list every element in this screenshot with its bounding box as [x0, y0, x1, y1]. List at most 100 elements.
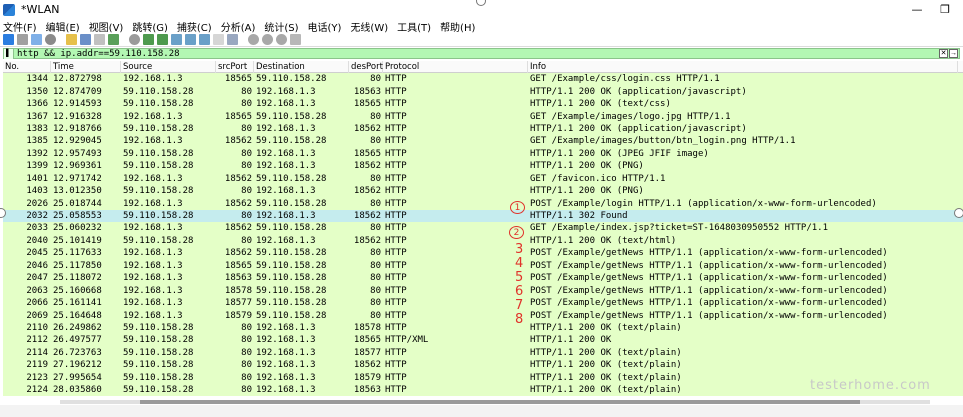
apply-filter-icon[interactable]: →: [949, 49, 958, 58]
cell-protocol: HTTP: [385, 310, 407, 321]
minimize-button[interactable]: —: [903, 0, 931, 19]
menu-capture[interactable]: 捕获(C): [177, 19, 212, 34]
cell-source: 192.168.1.3: [123, 111, 183, 122]
packet-row[interactable]: 2026 25.018744 192.168.1.3 18562 59.110.158.…: [3, 197, 963, 210]
cell-source: 59.110.158.28: [123, 148, 194, 159]
packet-row[interactable]: 1392 12.957493 59.110.158.28 80 192.168.1.3 1…: [3, 147, 963, 161]
restore-button[interactable]: ❐: [931, 0, 959, 19]
packet-row[interactable]: 1399 12.969361 59.110.158.28 80 192.168.1.3 1…: [3, 160, 963, 173]
cell-source: 59.110.158.28: [123, 347, 194, 358]
horizontal-scrollbar-thumb[interactable]: [140, 400, 860, 404]
go-back-icon[interactable]: [143, 34, 154, 45]
col-destination[interactable]: Destination: [254, 60, 349, 73]
menu-statistics[interactable]: 统计(S): [264, 19, 298, 34]
packet-row[interactable]: 2032 25.058553 59.110.158.28 80 192.168.1.3 1…: [3, 209, 963, 223]
cell-info: POST /Example/getNews HTTP/1.1 (applicat…: [530, 273, 888, 284]
open-file-icon[interactable]: [66, 34, 77, 45]
menu-tools[interactable]: 工具(T): [397, 19, 431, 34]
resize-handle-right[interactable]: [954, 208, 963, 218]
auto-scroll-icon[interactable]: [213, 34, 224, 45]
cell-no: 1367: [26, 111, 48, 122]
go-to-packet-icon[interactable]: [171, 34, 182, 45]
cell-destination: 192.168.1.3: [256, 186, 316, 197]
stop-capture-icon[interactable]: [17, 34, 28, 45]
cell-srcport: 18562: [224, 173, 252, 184]
packet-row[interactable]: 2114 26.723763 59.110.158.28 80 192.168.1.3 1…: [3, 346, 963, 360]
cell-time: 26.497577: [53, 335, 102, 346]
packet-row[interactable]: 2066 25.161141 192.168.1.3 18577 59.110.158.…: [3, 296, 963, 310]
cell-time: 28.035860: [53, 385, 102, 396]
packet-row[interactable]: 2033 25.060232 192.168.1.3 18562 59.110.158.…: [3, 222, 963, 235]
cell-destination: 192.168.1.3: [256, 211, 316, 222]
menu-telephony[interactable]: 电话(Y): [308, 19, 342, 34]
packet-row[interactable]: 2045 25.117633 192.168.1.3 18562 59.110.158.…: [3, 247, 963, 260]
packet-row[interactable]: 2046 25.117850 192.168.1.3 18565 59.110.158.…: [3, 259, 963, 272]
cell-desport: 18565: [353, 335, 381, 346]
cell-info: POST /Example/getNews HTTP/1.1 (applicat…: [530, 310, 888, 321]
packet-row[interactable]: 2047 25.118072 192.168.1.3 18563 59.110.158.…: [3, 272, 963, 285]
cell-desport: 18562: [353, 360, 381, 371]
save-file-icon[interactable]: [80, 34, 91, 45]
cell-destination: 59.110.158.28: [256, 136, 327, 147]
cell-destination: 59.110.158.28: [256, 74, 327, 85]
col-time[interactable]: Time: [51, 60, 121, 73]
packet-row[interactable]: 2040 25.101419 59.110.158.28 80 192.168.1.3 1…: [3, 234, 963, 248]
display-filter-input[interactable]: http && ip.addr==59.110.158.28: [17, 49, 180, 59]
zoom-in-icon[interactable]: [248, 34, 259, 45]
col-no[interactable]: No.: [3, 60, 51, 73]
packet-row[interactable]: 1383 12.918766 59.110.158.28 80 192.168.1.3 1…: [3, 122, 963, 136]
menu-file[interactable]: 文件(F): [3, 19, 37, 34]
cell-srcport: 80: [241, 186, 252, 197]
packet-row[interactable]: 2069 25.164648 192.168.1.3 18579 59.110.158.…: [3, 309, 963, 322]
filter-bookmark-icon[interactable]: ▌: [4, 48, 14, 59]
cell-destination: 192.168.1.3: [256, 161, 316, 172]
cell-protocol: HTTP: [385, 198, 407, 209]
cell-time: 12.969361: [53, 161, 102, 172]
restart-capture-icon[interactable]: [31, 34, 42, 45]
reload-icon[interactable]: [108, 34, 119, 45]
go-forward-icon[interactable]: [157, 34, 168, 45]
find-packet-icon[interactable]: [129, 34, 140, 45]
cell-destination: 59.110.158.28: [256, 248, 327, 259]
start-capture-icon[interactable]: [3, 34, 14, 45]
colorize-icon[interactable]: [227, 34, 238, 45]
cell-time: 26.723763: [53, 347, 102, 358]
packet-row[interactable]: 1367 12.916328 192.168.1.3 18565 59.110.158.…: [3, 110, 963, 123]
packet-row[interactable]: 1403 13.012350 59.110.158.28 80 192.168.1.3 1…: [3, 184, 963, 198]
zoom-reset-icon[interactable]: [276, 34, 287, 45]
packet-row[interactable]: 2112 26.497577 59.110.158.28 80 192.168.1.3 1…: [3, 334, 963, 347]
menu-analyze[interactable]: 分析(A): [221, 19, 256, 34]
cell-source: 59.110.158.28: [123, 99, 194, 110]
packet-row[interactable]: 2110 26.249862 59.110.158.28 80 192.168.1.3 1…: [3, 321, 963, 335]
col-protocol[interactable]: Protocol: [383, 60, 528, 73]
packet-row[interactable]: 1385 12.929045 192.168.1.3 18562 59.110.158.…: [3, 135, 963, 148]
first-packet-icon[interactable]: [185, 34, 196, 45]
packet-row[interactable]: 2063 25.160668 192.168.1.3 18578 59.110.158.…: [3, 284, 963, 297]
col-srcport[interactable]: srcPort: [216, 60, 254, 73]
cell-srcport: 80: [241, 99, 252, 110]
menu-edit[interactable]: 编辑(E): [46, 19, 80, 34]
packet-row[interactable]: 1401 12.971742 192.168.1.3 18562 59.110.158.…: [3, 172, 963, 185]
packet-row[interactable]: 2119 27.196212 59.110.158.28 80 192.168.1.3 1…: [3, 359, 963, 372]
menu-view[interactable]: 视图(V): [89, 19, 124, 34]
menu-go[interactable]: 跳转(G): [132, 19, 168, 34]
cell-info: HTTP/1.1 200 OK (PNG): [530, 161, 644, 172]
col-desport[interactable]: desPort: [349, 60, 383, 73]
menu-wireless[interactable]: 无线(W): [350, 19, 388, 34]
main-toolbar: [0, 33, 963, 47]
packet-row[interactable]: 1366 12.914593 59.110.158.28 80 192.168.1.3 1…: [3, 97, 963, 111]
col-source[interactable]: Source: [121, 60, 216, 73]
resize-columns-icon[interactable]: [290, 34, 301, 45]
packet-row[interactable]: 1344 12.872798 192.168.1.3 18565 59.110.158.…: [3, 73, 963, 86]
last-packet-icon[interactable]: [199, 34, 210, 45]
capture-options-icon[interactable]: [45, 34, 56, 45]
zoom-out-icon[interactable]: [262, 34, 273, 45]
menu-help[interactable]: 帮助(H): [440, 19, 475, 34]
cell-time: 25.101419: [53, 235, 102, 246]
clear-filter-icon[interactable]: ✕: [939, 49, 948, 58]
col-info[interactable]: Info: [528, 60, 958, 73]
packet-row[interactable]: 1350 12.874709 59.110.158.28 80 192.168.1.3 1…: [3, 85, 963, 98]
cell-protocol: HTTP: [385, 74, 407, 85]
close-file-icon[interactable]: [94, 34, 105, 45]
cell-destination: 192.168.1.3: [256, 322, 316, 333]
